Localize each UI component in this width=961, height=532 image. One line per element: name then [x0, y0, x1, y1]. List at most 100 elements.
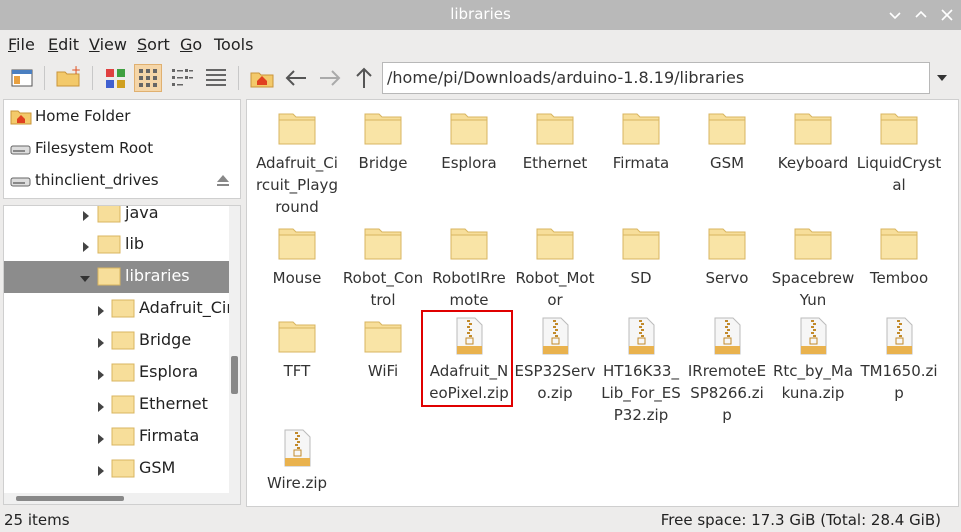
tree-node-libraries[interactable]: libraries [4, 261, 231, 293]
folder-item[interactable]: Robot_Con trol [340, 223, 426, 311]
expand-arrow-icon[interactable] [96, 303, 106, 316]
menu-view[interactable]: View [89, 35, 127, 54]
zip-file-item[interactable]: Adafruit_N eoPixel.zip [426, 316, 512, 404]
file-name: Rtc_by_Ma kuna.zip [770, 356, 856, 404]
folder-item[interactable]: TFT [254, 316, 340, 382]
tree-node-gsm[interactable]: GSM [4, 453, 231, 485]
place-thinclient-drives[interactable]: thinclient_drives [8, 167, 236, 195]
zip-archive-icon [707, 316, 747, 356]
file-name: Esplora [426, 148, 512, 174]
back-arrow-icon[interactable] [282, 64, 310, 92]
folder-icon [111, 330, 135, 350]
compact-view-icon[interactable] [168, 64, 196, 92]
new-window-icon[interactable] [8, 64, 36, 92]
folder-item[interactable]: Esplora [426, 108, 512, 174]
close-icon[interactable] [938, 6, 956, 24]
file-name-line: Rtc_by_Ma [772, 362, 854, 380]
folder-item[interactable]: Robot_Mot or [512, 223, 598, 311]
minimize-icon[interactable] [886, 6, 904, 24]
home-icon[interactable] [248, 64, 276, 92]
menu-tools[interactable]: Tools [214, 35, 253, 54]
status-bar: 25 items Free space: 17.3 GiB (Total: 28… [0, 508, 961, 532]
tree-node-bridge[interactable]: Bridge [4, 325, 231, 357]
expand-arrow-icon[interactable] [96, 399, 106, 412]
file-name-line: Lib_For_ES [601, 384, 681, 402]
folder-icon [97, 234, 121, 254]
zip-file-item[interactable]: IRremoteE SP8266.zi p [684, 316, 770, 426]
collapse-arrow-icon[interactable] [79, 271, 90, 283]
tree-node-adafruit[interactable]: Adafruit_Circ [4, 293, 240, 325]
expand-arrow-icon[interactable] [81, 208, 91, 221]
tree-horizontal-scrollbar[interactable] [4, 493, 231, 504]
expand-arrow-icon[interactable] [96, 335, 106, 348]
file-view: Adafruit_Ci rcuit_Playg round Bridge Esplora… [246, 99, 959, 507]
file-name-line: WiFi [367, 362, 399, 380]
zip-file-item[interactable]: TM1650.zi p [856, 316, 942, 404]
place-label: Filesystem Root [35, 139, 154, 157]
maximize-icon[interactable] [912, 6, 930, 24]
menu-file[interactable]: File [8, 35, 35, 54]
expand-arrow-icon[interactable] [96, 463, 106, 476]
icon-view-icon[interactable] [134, 64, 162, 92]
scrollbar-thumb[interactable] [16, 496, 124, 501]
expand-arrow-icon[interactable] [96, 367, 106, 380]
detailed-list-view-icon[interactable] [202, 64, 230, 92]
folder-icon [535, 223, 575, 263]
folder-item[interactable]: Ethernet [512, 108, 598, 174]
menu-go[interactable]: Go [180, 35, 202, 54]
file-name: TFT [254, 356, 340, 382]
expand-arrow-icon[interactable] [96, 431, 106, 444]
file-name: RobotIRre mote [426, 263, 512, 311]
toolbar-separator [92, 66, 93, 90]
zip-file-item[interactable]: ESP32Serv o.zip [512, 316, 598, 404]
file-name-line: GSM [709, 154, 745, 172]
folder-icon [449, 223, 489, 263]
folder-item[interactable]: Temboo [856, 223, 942, 289]
folder-item[interactable]: Keyboard [770, 108, 856, 174]
folder-item[interactable]: Mouse [254, 223, 340, 289]
folder-item[interactable]: Firmata [598, 108, 684, 174]
eject-icon[interactable] [216, 173, 230, 187]
tree-node-java[interactable]: java [4, 206, 231, 230]
menu-edit[interactable]: Edit [48, 35, 79, 54]
folder-icon [535, 108, 575, 148]
home-folder-icon [10, 109, 32, 125]
place-home-folder[interactable]: Home Folder [8, 103, 236, 131]
tree-node-ethernet[interactable]: Ethernet [4, 389, 231, 421]
tree-node-esplora[interactable]: Esplora [4, 357, 231, 389]
file-name-line: SP8266.zi [690, 384, 764, 402]
folder-item[interactable]: LiquidCryst al [856, 108, 942, 196]
folder-item[interactable]: WiFi [340, 316, 426, 382]
thumbnail-view-icon[interactable] [102, 64, 130, 92]
forward-arrow-icon[interactable] [316, 64, 344, 92]
folder-item[interactable]: Bridge [340, 108, 426, 174]
folder-item[interactable]: Spacebrew Yun [770, 223, 856, 311]
tree-vertical-scrollbar[interactable] [229, 206, 240, 504]
tree-node-firmata[interactable]: Firmata [4, 421, 231, 453]
folder-item[interactable]: GSM [684, 108, 770, 174]
up-arrow-icon[interactable] [350, 64, 378, 92]
file-name: Spacebrew Yun [770, 263, 856, 311]
folder-item[interactable]: Servo [684, 223, 770, 289]
new-folder-icon[interactable]: + [54, 63, 82, 92]
scrollbar-thumb[interactable] [231, 356, 238, 394]
folder-item[interactable]: RobotIRre mote [426, 223, 512, 311]
zip-file-item[interactable]: HT16K33_ Lib_For_ES P32.zip [598, 316, 684, 426]
tree-label: Bridge [139, 330, 192, 349]
file-name-line: HT16K33_ [603, 362, 679, 380]
zip-file-item[interactable]: Rtc_by_Ma kuna.zip [770, 316, 856, 404]
file-name: Adafruit_Ci rcuit_Playg round [254, 148, 340, 218]
folder-item[interactable]: Adafruit_Ci rcuit_Playg round [254, 108, 340, 218]
path-dropdown-icon[interactable] [934, 70, 950, 86]
zip-file-item[interactable]: Wire.zip [254, 428, 340, 494]
file-name: Servo [684, 263, 770, 289]
tree-node-lib[interactable]: lib [4, 229, 231, 261]
menu-sort[interactable]: Sort [137, 35, 170, 54]
folder-item[interactable]: SD [598, 223, 684, 289]
places-panel: Home Folder Filesystem Root thinclient_d… [3, 99, 241, 199]
path-input[interactable]: /home/pi/Downloads/arduino-1.8.19/librar… [382, 62, 930, 94]
file-name: Temboo [856, 263, 942, 289]
place-filesystem-root[interactable]: Filesystem Root [8, 135, 236, 163]
folder-icon [793, 223, 833, 263]
expand-arrow-icon[interactable] [81, 239, 91, 252]
